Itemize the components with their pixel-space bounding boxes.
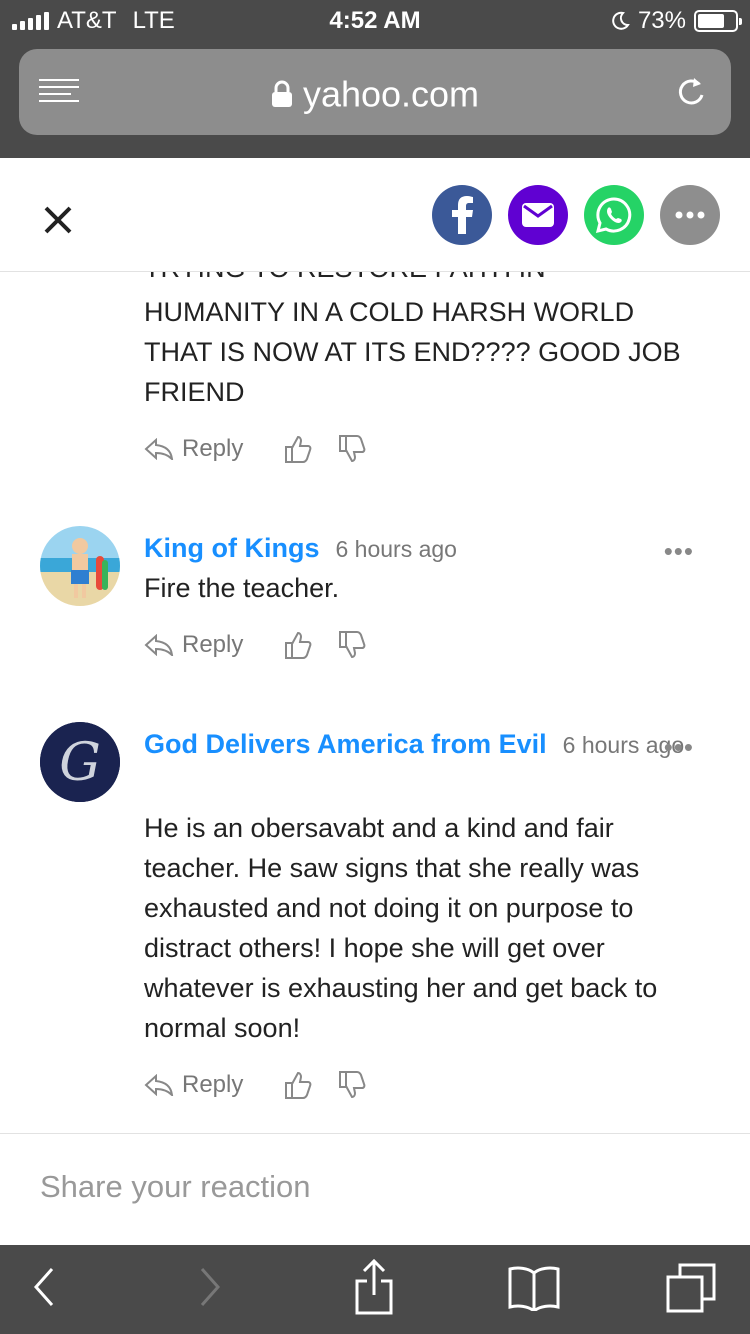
domain-text: yahoo.com bbox=[302, 73, 480, 115]
comments-feed: TRYING TO RESTORE FAITH IN HUMANITY IN A… bbox=[0, 272, 750, 1132]
comment-header: King of Kings 6 hours ago bbox=[144, 528, 690, 569]
close-icon[interactable] bbox=[38, 200, 78, 240]
address-bar[interactable]: yahoo.com bbox=[19, 49, 731, 135]
reply-label: Reply bbox=[182, 435, 244, 462]
battery-icon bbox=[694, 10, 742, 32]
reply-label: Reply bbox=[182, 1071, 244, 1098]
more-share-button[interactable] bbox=[660, 185, 720, 245]
thumbs-down-icon[interactable] bbox=[337, 630, 367, 660]
thumbs-up-icon[interactable] bbox=[283, 1070, 313, 1100]
whatsapp-share-button[interactable] bbox=[584, 185, 644, 245]
comment-body: He is an obersavabt and a kind and fair … bbox=[144, 813, 658, 1043]
comment-more-button[interactable]: ••• bbox=[664, 536, 694, 567]
svg-text:G: G bbox=[59, 733, 101, 793]
author-name[interactable]: King of Kings bbox=[144, 533, 319, 563]
reply-button[interactable]: Reply bbox=[144, 435, 243, 463]
status-bar: AT&T LTE 4:52 AM 73% bbox=[0, 0, 750, 42]
comment-time: 6 hours ago bbox=[335, 536, 457, 562]
avatar[interactable]: G bbox=[40, 722, 120, 802]
whatsapp-icon bbox=[595, 197, 632, 234]
facebook-share-button[interactable] bbox=[432, 185, 492, 245]
reply-button[interactable]: Reply bbox=[144, 1071, 243, 1099]
facebook-icon bbox=[452, 196, 473, 234]
comment-actions: Reply bbox=[144, 434, 391, 464]
avatar[interactable] bbox=[40, 526, 120, 606]
comment-more-button[interactable]: ••• bbox=[664, 732, 694, 763]
comment-actions: Reply bbox=[144, 1070, 391, 1100]
mail-share-button[interactable] bbox=[508, 185, 568, 245]
thumbs-up-icon[interactable] bbox=[283, 434, 313, 464]
avatar-image bbox=[40, 526, 120, 606]
thumbs-up-icon[interactable] bbox=[283, 630, 313, 660]
moon-icon bbox=[612, 11, 630, 30]
share-icon[interactable] bbox=[354, 1259, 394, 1315]
author-name[interactable]: God Delivers America from Evil bbox=[144, 729, 547, 759]
back-icon[interactable] bbox=[30, 1265, 56, 1309]
comment-body: Fire the teacher. bbox=[144, 573, 340, 603]
more-icon bbox=[675, 211, 705, 219]
reload-icon[interactable] bbox=[675, 75, 709, 109]
thumbs-down-icon[interactable] bbox=[337, 1070, 367, 1100]
comment-body-cut: TRYING TO RESTORE FAITH IN bbox=[144, 272, 704, 288]
comment-actions: Reply bbox=[144, 630, 391, 660]
reply-icon bbox=[144, 634, 174, 656]
tabs-icon[interactable] bbox=[666, 1263, 718, 1315]
browser-bottom-bar bbox=[0, 1245, 750, 1334]
forward-icon[interactable] bbox=[198, 1265, 224, 1309]
article-toolbar bbox=[0, 158, 750, 272]
reply-label: Reply bbox=[182, 631, 244, 658]
lock-icon bbox=[271, 81, 292, 108]
thumbs-down-icon[interactable] bbox=[337, 434, 367, 464]
share-buttons bbox=[432, 185, 720, 245]
reaction-input[interactable] bbox=[40, 1164, 710, 1210]
reaction-composer bbox=[0, 1133, 750, 1245]
bookmarks-icon[interactable] bbox=[508, 1265, 560, 1311]
battery-percent: 73% bbox=[637, 7, 686, 34]
browser-chrome: AT&T LTE 4:52 AM 73% yahoo.com bbox=[0, 0, 750, 158]
comment-body: HUMANITY IN A COLD HARSH WORLD THAT IS N… bbox=[144, 297, 681, 407]
reply-button[interactable]: Reply bbox=[144, 631, 243, 659]
avatar-image: G bbox=[40, 722, 120, 802]
comment-header: God Delivers America from Evil 6 hours ag… bbox=[144, 724, 690, 765]
mail-icon bbox=[522, 203, 554, 227]
reply-icon bbox=[144, 1074, 174, 1096]
reply-icon bbox=[144, 438, 174, 460]
